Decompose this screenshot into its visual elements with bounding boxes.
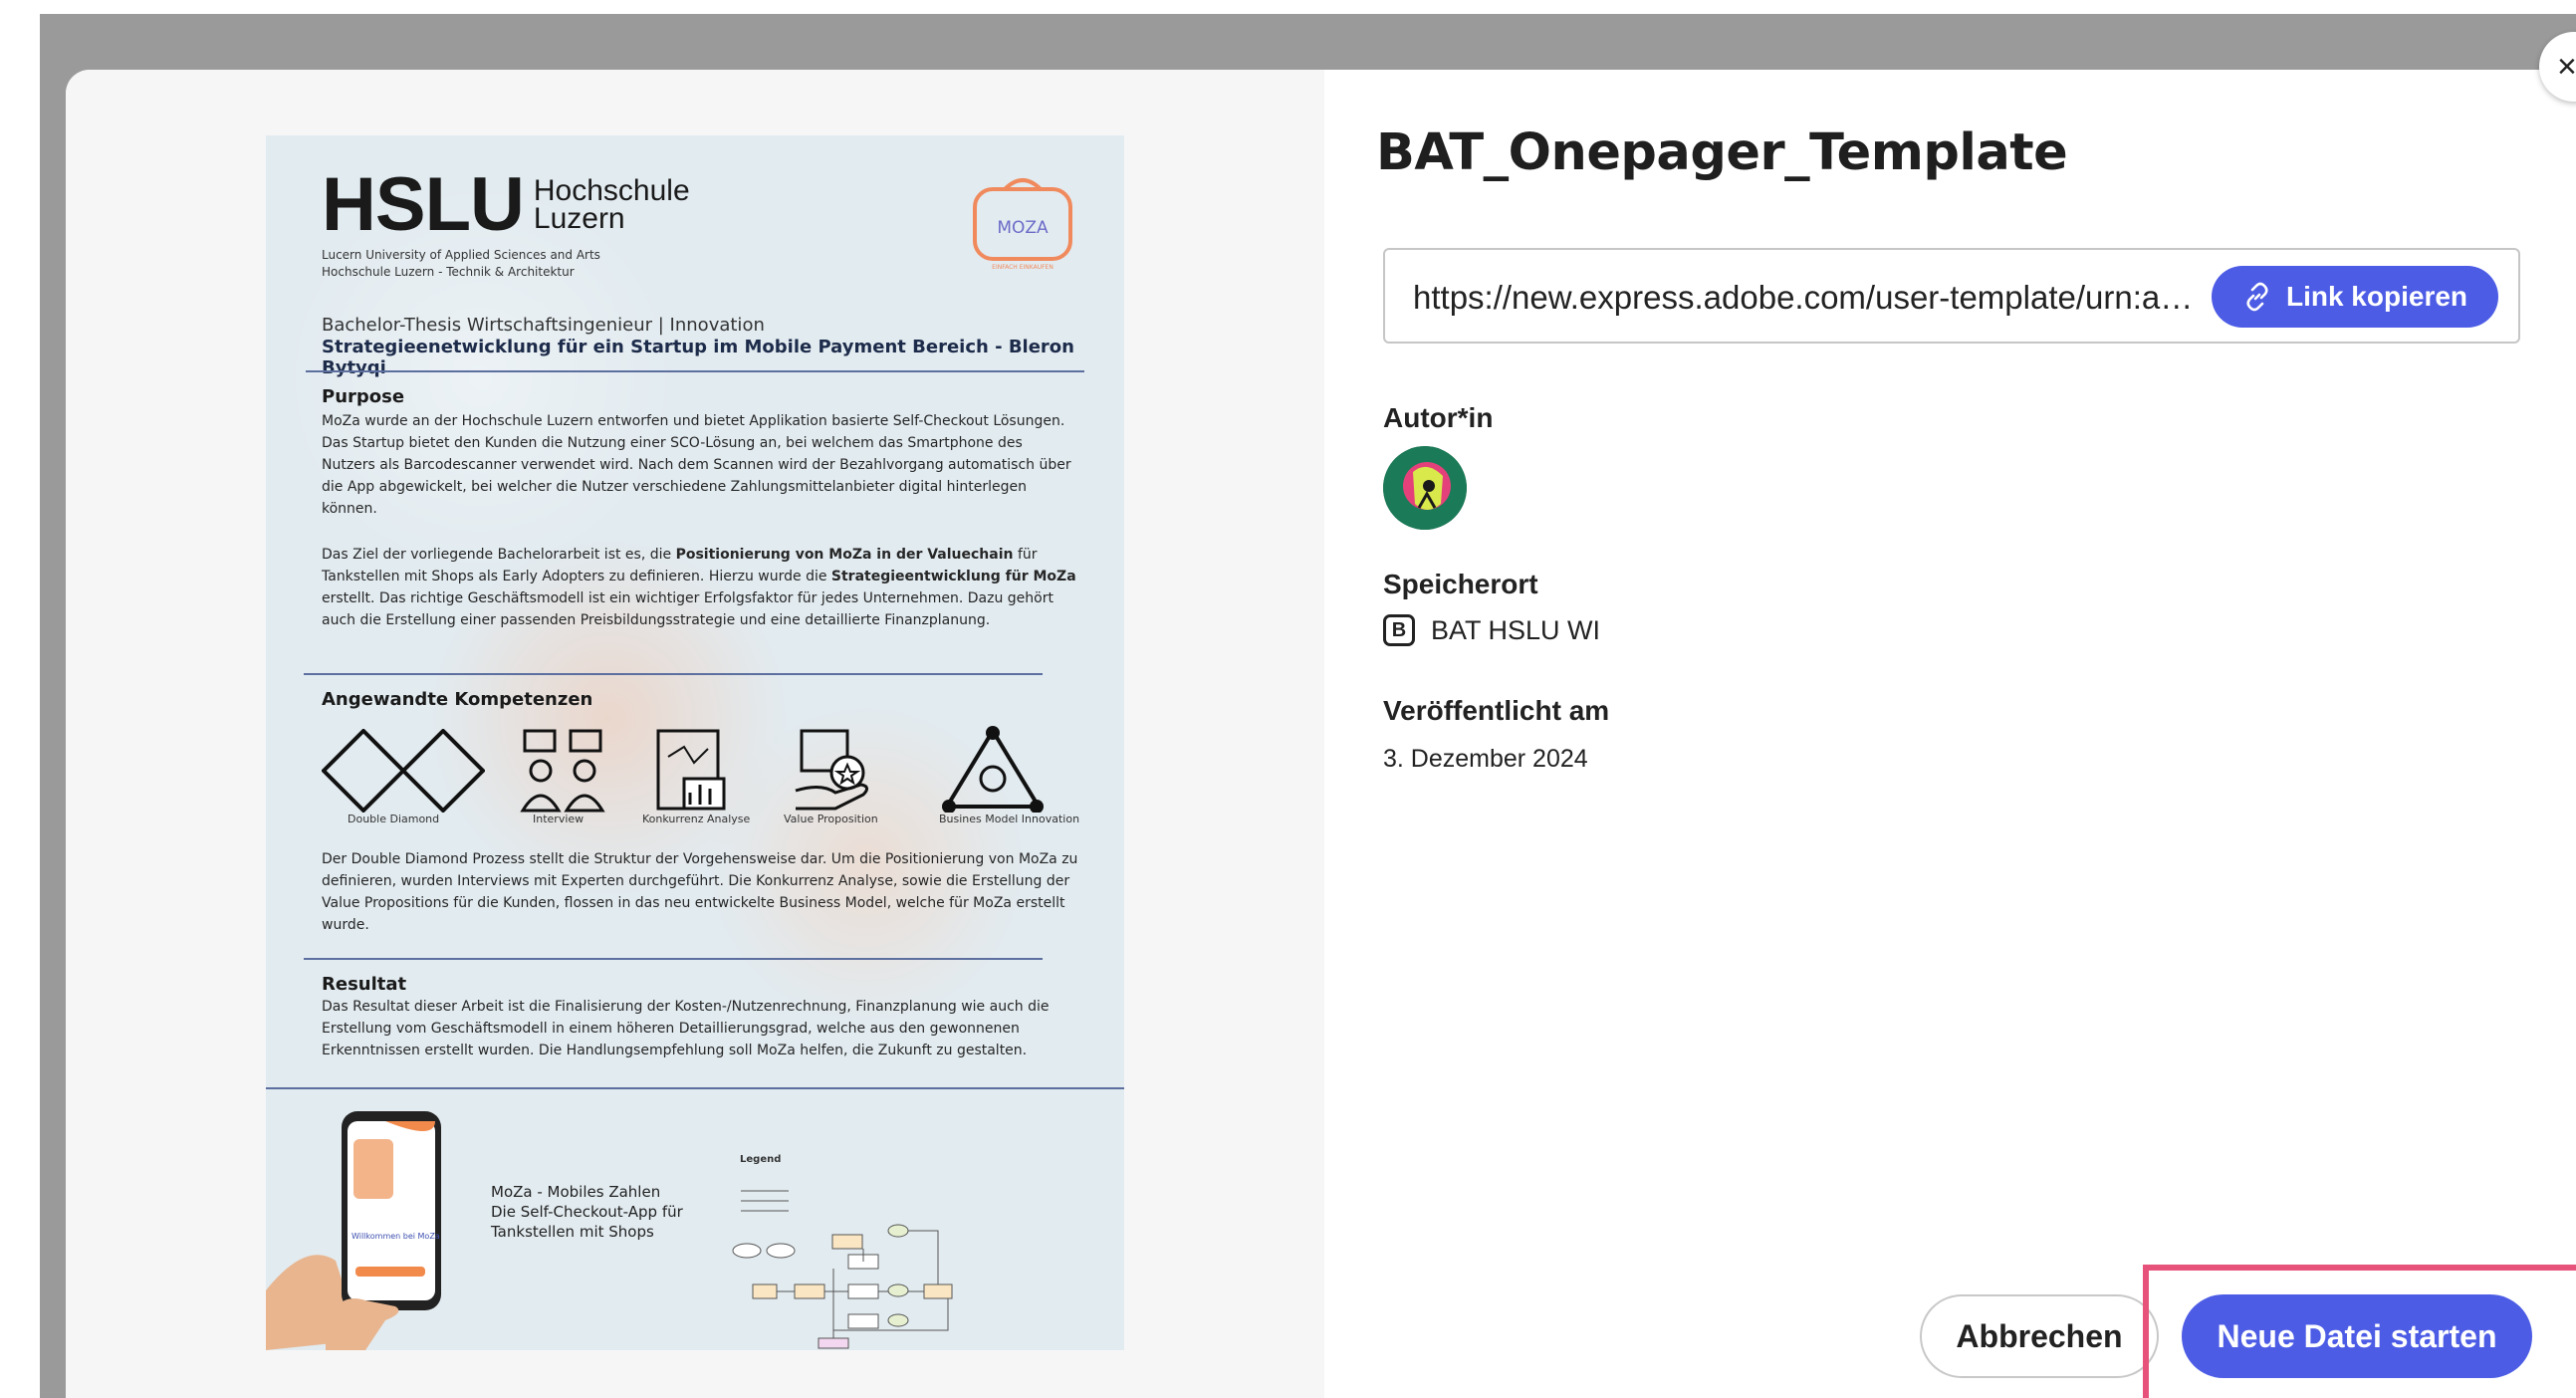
competencies-icons: Double Diamond Interview Konkurrenz Anal… (322, 725, 1080, 834)
purpose-paragraph-2: Das Ziel der vorliegende Bachelorarbeit … (322, 544, 1078, 631)
purpose-p2-bold-d: Strategieentwicklung für MoZa (830, 569, 1076, 584)
hslu-subline-1: Lucern University of Applied Sciences an… (322, 248, 600, 262)
template-preview: HSLU Hochschule Luzern Lucern University… (266, 135, 1124, 1350)
phone-screen-text: Willkommen bei MoZa (351, 1232, 440, 1241)
competencies-heading: Angewandte Kompetenzen (322, 689, 593, 710)
business-model-icon (942, 726, 1044, 813)
purpose-p2-text-a: Das Ziel der vorliegende Bachelorarbeit … (322, 547, 676, 563)
preview-pane: HSLU Hochschule Luzern Lucern University… (66, 70, 1324, 1398)
purpose-p2-bold-b: Positionierung von MoZa in der Valuechai… (675, 547, 1014, 563)
location-value: BAT HSLU WI (1431, 614, 1601, 645)
moza-caption-1: MoZa - Mobiles Zahlen (491, 1183, 661, 1201)
hslu-logo-word: Hochschule Luzern (533, 176, 690, 235)
location-row: B BAT HSLU WI (1383, 614, 1600, 646)
phone-in-hand-illustration: Willkommen bei MoZa (266, 1111, 441, 1350)
moza-caption-2: Die Self-Checkout-App für (491, 1203, 683, 1221)
hslu-logo-mark: HSLU (322, 162, 525, 247)
copy-link-button[interactable]: Link kopieren (2212, 266, 2498, 328)
purpose-heading: Purpose (322, 386, 405, 407)
link-icon (2246, 282, 2268, 312)
copy-link-label: Link kopieren (2285, 281, 2468, 312)
value-proposition-icon (795, 729, 868, 811)
hslu-logo: HSLU Hochschule Luzern (322, 162, 690, 247)
result-heading: Resultat (322, 974, 407, 995)
share-link-field: Link kopieren (1383, 248, 2520, 344)
author-avatar[interactable] (1383, 446, 1467, 530)
poster-divider (306, 370, 1084, 372)
brand-folder-icon: B (1383, 614, 1415, 646)
double-diamond-icon (322, 729, 485, 813)
cancel-button[interactable]: Abbrechen (1920, 1294, 2159, 1378)
hslu-logo-word-2: Luzern (533, 202, 625, 235)
icon-caption: Double Diamond (348, 813, 440, 825)
highlight-box (2143, 1265, 2576, 1398)
poster-divider (304, 958, 1043, 960)
icon-caption: Busines Model Innovation (939, 813, 1080, 825)
icon-caption: Konkurrenz Analyse (642, 813, 751, 825)
icon-caption: Value Proposition (784, 813, 878, 825)
template-title: BAT_Onepager_Template (1376, 123, 2068, 182)
purpose-p2-text-e: erstellt. Das richtige Geschäftsmodell i… (322, 590, 1054, 628)
hslu-subline: Lucern University of Applied Sciences an… (322, 247, 600, 281)
published-label: Veröffentlicht am (1383, 695, 1610, 726)
moza-logo-text: MOZA (997, 218, 1049, 238)
author-label: Autor*in (1383, 402, 1494, 433)
poster-subtitle: Bachelor-Thesis Wirtschaftsingenieur | I… (322, 315, 765, 336)
moza-caption-3: Tankstellen mit Shops (491, 1223, 654, 1241)
interview-icon (520, 729, 605, 813)
result-paragraph: Das Resultat dieser Arbeit ist die Final… (322, 999, 1050, 1058)
hslu-subline-2: Hochschule Luzern - Technik & Architektu… (322, 265, 575, 279)
purpose-paragraph-1: MoZa wurde an der Hochschule Luzern entw… (322, 413, 1071, 517)
share-link-input[interactable] (1413, 276, 2210, 320)
poster-divider (266, 1087, 1124, 1089)
moza-logo-tagline: EINFACH EINKAUFEN (992, 264, 1054, 271)
competitor-analysis-icon (656, 729, 726, 811)
icon-caption: Interview (533, 813, 585, 825)
competencies-paragraph: Der Double Diamond Prozess stellt die St… (322, 851, 1078, 933)
poster-divider (304, 673, 1043, 675)
moza-logo: MOZA EINFACH EINKAUFEN (973, 178, 1072, 271)
process-flow-diagram (732, 1190, 953, 1349)
moza-caption: MoZa - Mobiles Zahlen Die Self-Checkout-… (491, 1182, 720, 1242)
location-label: Speicherort (1383, 569, 1538, 599)
avatar-illustration (1383, 446, 1467, 530)
published-value: 3. Dezember 2024 (1383, 745, 1588, 773)
